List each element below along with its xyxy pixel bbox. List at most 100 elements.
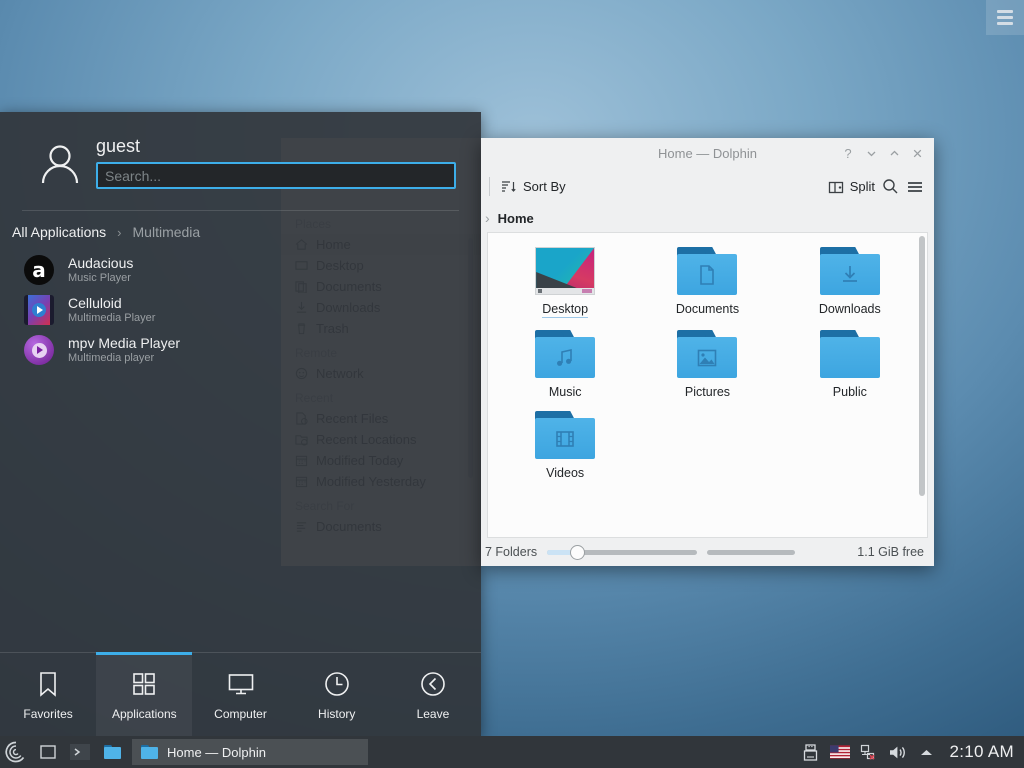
bookmark-icon: [34, 670, 62, 698]
window-controls: ?: [837, 143, 934, 165]
dolphin-breadcrumb[interactable]: › Home: [481, 204, 934, 232]
chevron-down-icon: [866, 148, 877, 159]
split-icon: [828, 179, 844, 195]
split-label: Split: [850, 179, 875, 194]
keyboard-layout-tray-icon[interactable]: [830, 742, 850, 762]
folder-icon: [141, 745, 158, 759]
file-item-label: Pictures: [685, 385, 730, 399]
file-view-scrollbar[interactable]: [919, 236, 925, 496]
task-label: Home — Dolphin: [167, 745, 266, 760]
dolphin-titlebar[interactable]: Home — Dolphin ?: [481, 138, 934, 169]
help-button[interactable]: ?: [837, 143, 859, 165]
dolphin-statusbar: 7 Folders 1.1 GiB free: [481, 538, 934, 566]
removable-device-tray-icon[interactable]: [801, 742, 821, 762]
document-emblem-icon: [695, 263, 719, 287]
file-item[interactable]: Pictures: [636, 330, 778, 399]
hamburger-icon-line: [997, 16, 1013, 19]
application-list-item[interactable]: a Audacious Music Player: [0, 250, 481, 290]
close-button[interactable]: [906, 143, 928, 165]
launcher-nav-favorites[interactable]: Favorites: [0, 653, 96, 738]
application-list-item[interactable]: mpv Media Player Multimedia player: [0, 330, 481, 370]
terminal-icon: [69, 741, 91, 763]
launcher-header: guest: [0, 112, 481, 202]
picture-emblem-icon: [695, 346, 719, 370]
zoom-slider[interactable]: [547, 544, 697, 560]
speaker-icon: [888, 744, 907, 761]
volume-tray-icon[interactable]: [888, 742, 908, 762]
us-flag-icon: [830, 745, 850, 759]
search-input[interactable]: [96, 162, 456, 189]
control-menu-button[interactable]: [906, 179, 924, 195]
taskbar-task-dolphin[interactable]: Home — Dolphin: [132, 739, 368, 765]
show-desktop-icon: [39, 743, 57, 761]
hamburger-menu-icon: [906, 179, 924, 195]
launcher-navigation: Favorites Applications Computer History …: [0, 652, 481, 738]
application-launcher[interactable]: guest All Applications › Multimedia a Au…: [0, 112, 481, 738]
taskbar-panel: Home — Dolphin: [0, 736, 1024, 768]
free-space-label: 1.1 GiB free: [857, 545, 924, 559]
application-description: Multimedia player: [68, 351, 180, 365]
launcher-nav-history[interactable]: History: [289, 653, 385, 738]
folder-count-label: 7 Folders: [485, 545, 537, 559]
zoom-slider-handle[interactable]: [570, 545, 585, 560]
taskbar-launcher-button[interactable]: [0, 736, 32, 768]
show-hidden-tray-button[interactable]: [917, 742, 937, 762]
question-mark-icon: ?: [844, 146, 851, 161]
launcher-nav-label: Leave: [417, 707, 450, 721]
file-item[interactable]: Public: [779, 330, 921, 399]
application-description: Multimedia Player: [68, 311, 155, 325]
sort-by-label: Sort By: [523, 179, 566, 194]
dolphin-toolbar[interactable]: Sort By Split: [481, 169, 934, 204]
folder-videos-icon: [535, 411, 595, 459]
launcher-nav-computer[interactable]: Computer: [192, 653, 288, 738]
minimize-button[interactable]: [860, 143, 882, 165]
breadcrumb-current-category: Multimedia: [133, 224, 201, 240]
sort-icon: [501, 179, 517, 195]
breadcrumb-current[interactable]: Home: [498, 211, 534, 226]
maximize-button[interactable]: [883, 143, 905, 165]
folder-icon: [104, 745, 121, 759]
taskbar-terminal-button[interactable]: [64, 736, 96, 768]
taskbar-file-manager-button[interactable]: [96, 736, 128, 768]
folder-documents-icon: [677, 247, 737, 295]
network-tray-icon[interactable]: [859, 742, 879, 762]
file-item[interactable]: Desktop: [494, 247, 636, 318]
folder-icon: [820, 330, 880, 378]
launcher-nav-leave[interactable]: Leave: [385, 653, 481, 738]
file-item[interactable]: Music: [494, 330, 636, 399]
application-list-item[interactable]: Celluloid Multimedia Player: [0, 290, 481, 330]
launcher-nav-label: Applications: [112, 707, 177, 721]
search-button[interactable]: [882, 178, 899, 195]
application-text: Celluloid Multimedia Player: [68, 295, 155, 325]
chevron-right-icon: ›: [117, 225, 121, 240]
application-list: a Audacious Music Player Celluloid Multi…: [0, 250, 481, 370]
file-item-label: Videos: [546, 466, 584, 480]
toolbar-divider: [489, 177, 490, 196]
file-item[interactable]: Videos: [494, 411, 636, 480]
music-emblem-icon: [553, 346, 577, 370]
breadcrumb-all-applications[interactable]: All Applications: [12, 224, 106, 240]
wallpaper-thumbnail: [535, 247, 595, 295]
taskbar-show-desktop-button[interactable]: [32, 736, 64, 768]
file-item[interactable]: Downloads: [779, 247, 921, 318]
folder-pictures-icon: [677, 330, 737, 378]
application-name: mpv Media Player: [68, 335, 180, 351]
dolphin-window[interactable]: Home — Dolphin ? Sort By: [481, 138, 934, 566]
file-item[interactable]: Documents: [636, 247, 778, 318]
close-icon: [912, 148, 923, 159]
application-name: Celluloid: [68, 295, 155, 311]
launcher-nav-applications[interactable]: Applications: [96, 653, 192, 738]
folder-downloads-icon: [820, 247, 880, 295]
split-view-button[interactable]: Split: [828, 179, 875, 195]
file-item-label: Music: [549, 385, 582, 399]
avatar[interactable]: [34, 139, 86, 191]
power-back-icon: [419, 670, 447, 698]
desktop-toolbox-button[interactable]: [986, 0, 1024, 35]
chevron-up-icon: [889, 148, 900, 159]
launcher-nav-label: History: [318, 707, 355, 721]
dolphin-file-view[interactable]: Desktop Documents Downloads Music Pictur…: [487, 232, 928, 538]
chevron-right-icon[interactable]: ›: [485, 210, 490, 226]
clock-widget[interactable]: 2:10 AM: [950, 742, 1014, 762]
sort-by-button[interactable]: Sort By: [501, 179, 566, 195]
user-name-label: guest: [96, 136, 140, 157]
